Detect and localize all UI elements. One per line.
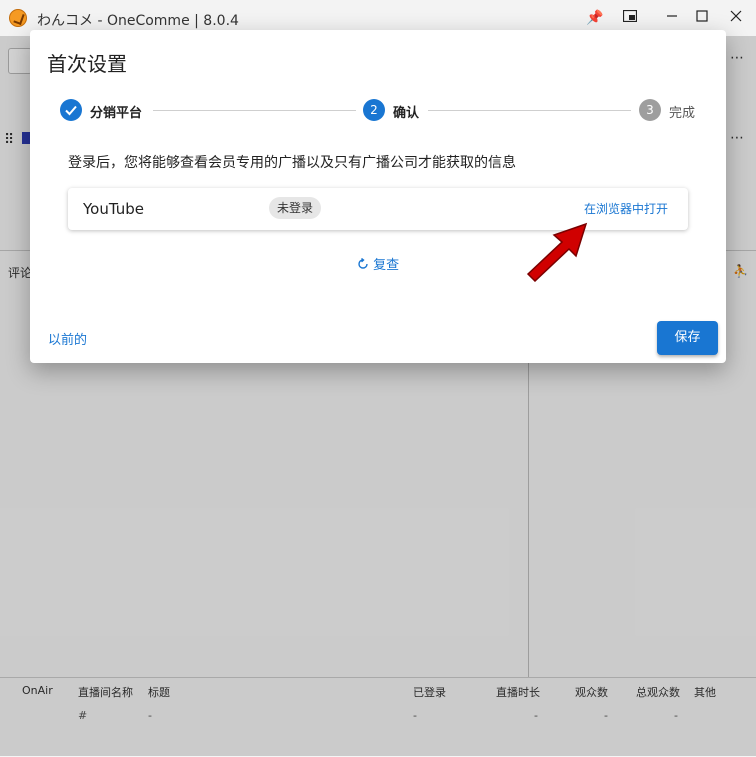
step-3-label: 完成 (669, 106, 696, 121)
open-in-browser-button[interactable]: 在浏览器中打开 (584, 200, 668, 217)
platform-name: YouTube (83, 200, 144, 218)
window-title: わんコメ - OneComme | 8.0.4 (37, 13, 239, 29)
picture-in-picture-icon[interactable] (620, 8, 640, 28)
dialog-title: 首次设置 (47, 52, 127, 76)
step-connector (428, 110, 631, 111)
pin-icon[interactable]: 📌 (585, 8, 605, 28)
login-status-badge: 未登录 (269, 197, 322, 219)
previous-button[interactable]: 以前的 (48, 329, 87, 348)
minimize-icon[interactable] (662, 8, 682, 28)
recheck-label: 复查 (373, 258, 400, 273)
step-2-label: 确认 (393, 106, 420, 121)
step-2-number: 2 (363, 99, 385, 121)
refresh-icon (358, 257, 368, 269)
login-info-text: 登录后，您将能够查看会员专用的广播以及只有广播公司才能获取的信息 (68, 155, 516, 171)
save-button[interactable]: 保存 (657, 321, 718, 355)
recheck-button[interactable]: 复查 (357, 254, 399, 273)
red-arrow-icon (526, 222, 588, 282)
step-connector (153, 110, 356, 111)
step-1-label: 分销平台 (90, 106, 143, 121)
app-logo-icon (9, 9, 27, 27)
maximize-icon[interactable] (692, 8, 712, 28)
close-icon[interactable] (726, 8, 746, 28)
step-3-number: 3 (639, 99, 661, 121)
first-setup-dialog: 首次设置 分销平台 2 确认 3 完成 登录后，您将能够查看会员专用的广播以及只… (30, 30, 726, 363)
platform-card-youtube: YouTube 未登录 在浏览器中打开 (68, 188, 688, 230)
app-window: わんコメ - OneComme | 8.0.4 📌 ⋯ ⠿ ⋯ 评论 ⛹ OnA… (0, 0, 756, 757)
step-1-check-icon (60, 99, 82, 121)
